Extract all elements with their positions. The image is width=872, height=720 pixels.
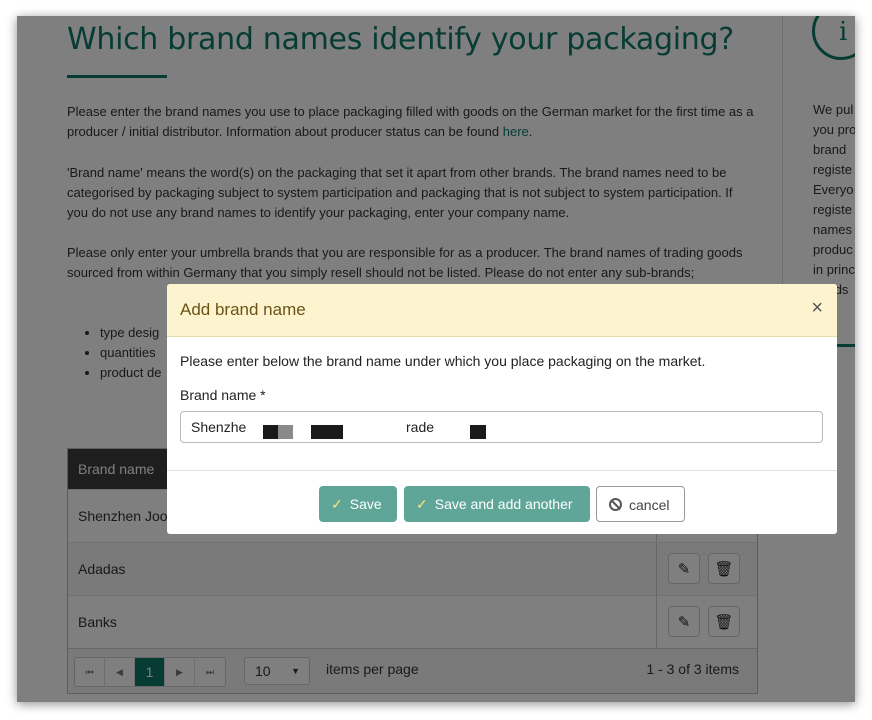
cancel-button[interactable]: cancel [596, 486, 685, 522]
check-icon: ✓ [416, 496, 428, 512]
close-icon[interactable]: × [811, 297, 823, 320]
dialog-description: Please enter below the brand name under … [180, 353, 706, 369]
save-label: Save [349, 496, 382, 512]
dialog-title: Add brand name [180, 300, 306, 319]
brand-name-input[interactable]: Shenzhen rade [180, 411, 823, 443]
brand-name-value-start: Shenzhen [191, 419, 255, 435]
save-and-add-another-label: Save and add another [434, 496, 573, 512]
redaction-block [311, 425, 343, 439]
dialog-header: Add brand name × [167, 284, 837, 337]
redaction-block [470, 425, 486, 439]
ban-icon [609, 498, 622, 511]
browser-window: Which brand names identify your packagin… [17, 16, 855, 702]
redaction-block [278, 425, 293, 439]
redaction-mask [247, 416, 257, 438]
redaction-block [263, 425, 278, 439]
check-icon: ✓ [331, 496, 343, 512]
save-button[interactable]: ✓ Save [319, 486, 397, 522]
dialog-footer: ✓ Save ✓ Save and add another cancel [167, 470, 837, 534]
cancel-label: cancel [629, 497, 670, 513]
brand-name-label: Brand name * [180, 387, 266, 403]
brand-name-value-mid: rade [406, 419, 435, 435]
add-brand-name-dialog: Add brand name × Please enter below the … [167, 284, 837, 534]
save-and-add-another-button[interactable]: ✓ Save and add another [404, 486, 590, 522]
